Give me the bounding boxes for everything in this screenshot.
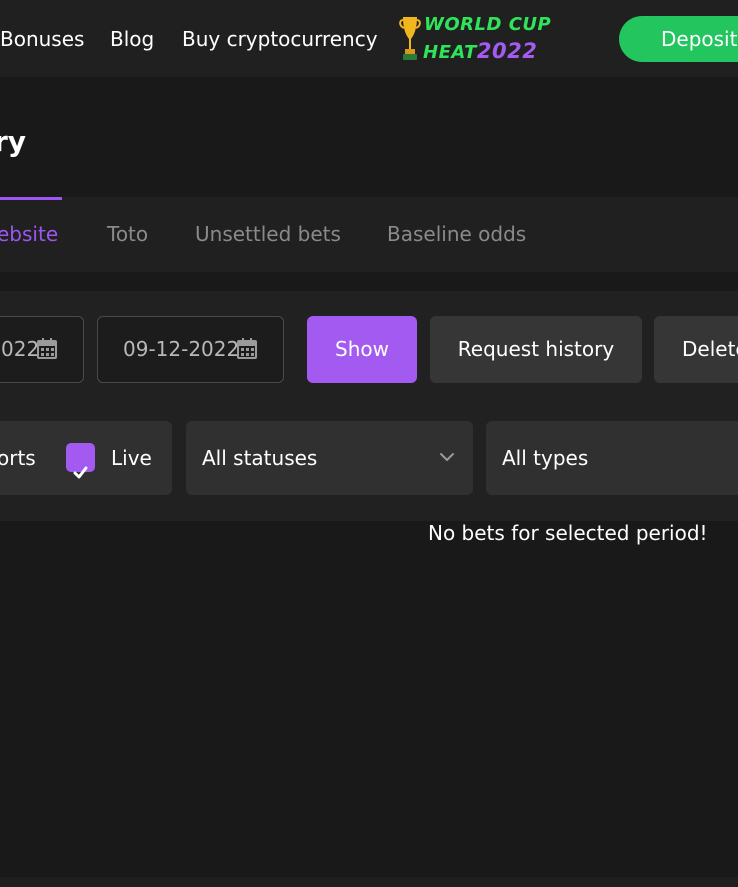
date-from-value: 022 <box>1 337 40 361</box>
calendar-icon[interactable] <box>37 337 57 359</box>
trophy-icon <box>399 17 421 60</box>
sports-label[interactable]: orts <box>0 421 36 495</box>
promo-word: HEAT <box>423 42 477 63</box>
footer-edge <box>0 877 738 887</box>
tab-website[interactable]: ebsite <box>0 221 58 247</box>
nav-link-bonuses[interactable]: Bonuses <box>0 27 84 51</box>
type-select-value: All types <box>502 446 589 470</box>
check-icon <box>73 466 88 479</box>
status-select-value: All statuses <box>202 446 318 470</box>
nav-link-buy-cryptocurrency[interactable]: Buy cryptocurrency <box>182 27 378 51</box>
promo-title-line1: WORLD CUP <box>424 14 552 35</box>
history-tabs: ebsite Toto Unsettled bets Baseline odds <box>0 197 738 272</box>
request-history-button[interactable]: Request history <box>430 316 642 383</box>
delete-button[interactable]: Delete <box>654 316 738 383</box>
sports-live-filter: orts Live <box>0 421 172 495</box>
promo-year: 2022 <box>476 39 538 63</box>
date-from-field[interactable]: 022 <box>0 316 84 383</box>
filters-panel: 022 09-12-2022 Show Request history Dele… <box>0 291 738 521</box>
live-label[interactable]: Live <box>111 421 152 495</box>
tab-unsettled-bets[interactable]: Unsettled bets <box>195 221 341 247</box>
tab-baseline-odds[interactable]: Baseline odds <box>387 221 526 247</box>
nav-link-blog[interactable]: Blog <box>110 27 154 51</box>
calendar-icon[interactable] <box>237 337 257 359</box>
deposit-button[interactable]: Deposit <box>619 16 738 62</box>
top-navigation: Bonuses Blog Buy cryptocurrency WORLD CU… <box>0 0 738 77</box>
tab-toto[interactable]: Toto <box>107 221 148 247</box>
active-tab-indicator <box>0 197 62 200</box>
type-select[interactable]: All types <box>486 421 738 495</box>
page-title: ry <box>0 125 27 158</box>
show-button[interactable]: Show <box>307 316 417 383</box>
status-select[interactable]: All statuses <box>186 421 473 495</box>
live-checkbox[interactable] <box>66 443 95 479</box>
promo-title-line2: HEAT2022 <box>423 39 537 63</box>
world-cup-promo-logo[interactable]: WORLD CUP HEAT2022 <box>396 12 552 64</box>
date-to-field[interactable]: 09-12-2022 <box>97 316 284 383</box>
date-to-value: 09-12-2022 <box>123 337 240 361</box>
empty-state-message: No bets for selected period! <box>428 521 708 545</box>
chevron-down-icon <box>440 453 454 461</box>
